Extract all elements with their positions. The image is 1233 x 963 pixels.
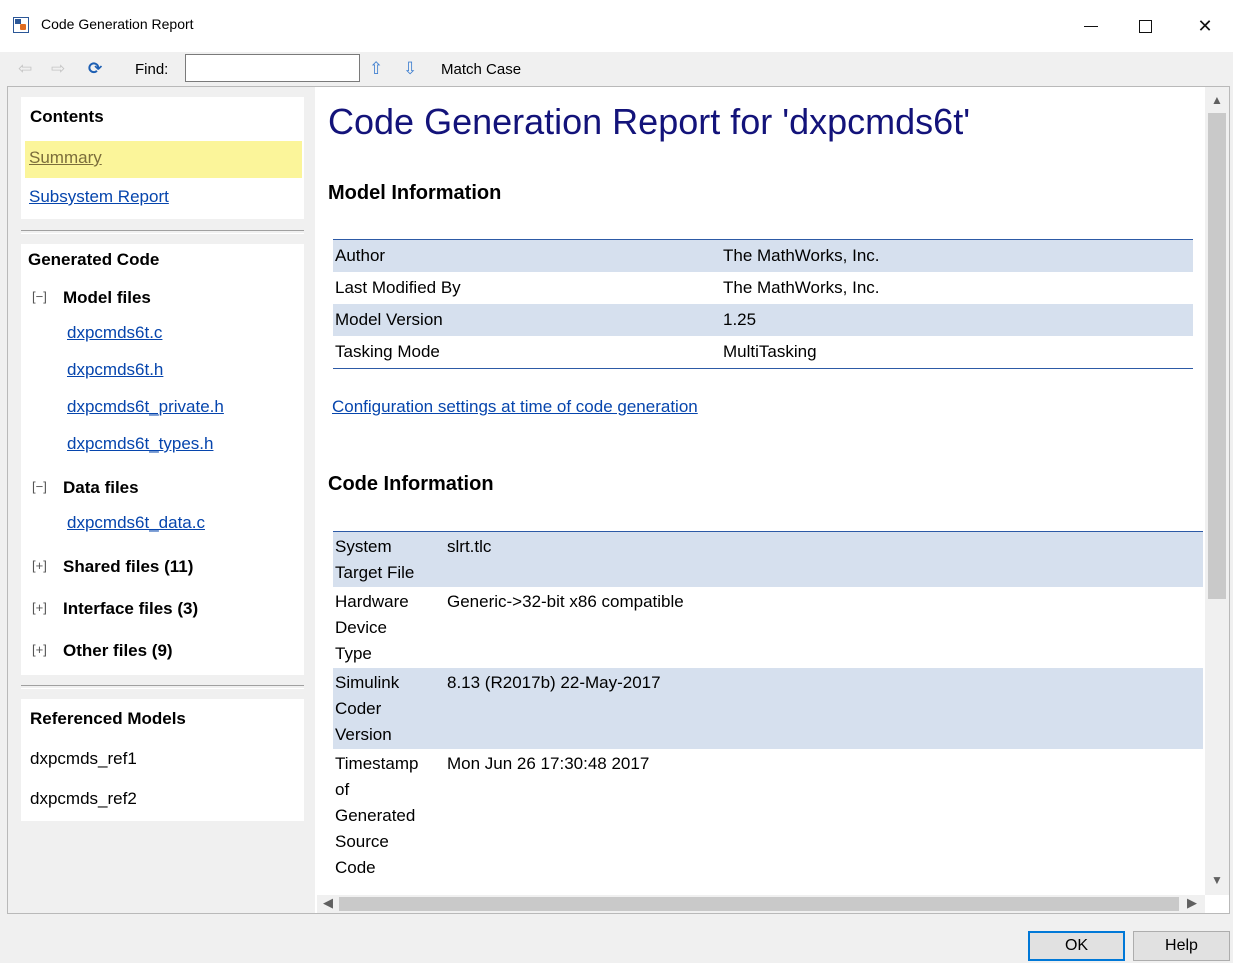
find-label: Find: — [135, 61, 169, 78]
key-line: Version — [335, 725, 392, 744]
data-files-label: Data files — [63, 478, 139, 497]
code-information-heading: Code Information — [328, 473, 494, 495]
key-line: Target File — [335, 563, 415, 582]
scroll-right-icon[interactable]: ▶ — [1187, 895, 1197, 911]
key-line: Generated — [335, 806, 416, 825]
file-link-dxpcmds6t-types-h[interactable]: dxpcmds6t_types.h — [67, 434, 213, 454]
table-cell-key: Timestamp of Generated Source Code — [333, 749, 445, 882]
divider — [21, 230, 304, 234]
report-content: Code Generation Report for 'dxpcmds6t' M… — [317, 87, 1203, 895]
model-files-label: Model files — [63, 288, 151, 307]
file-link-dxpcmds6t-c[interactable]: dxpcmds6t.c — [67, 323, 162, 343]
configuration-settings-link[interactable]: Configuration settings at time of code g… — [332, 397, 698, 417]
referenced-model-item: dxpcmds_ref1 — [30, 749, 137, 768]
file-link-dxpcmds6t-private-h[interactable]: dxpcmds6t_private.h — [67, 397, 224, 417]
vertical-scroll-thumb[interactable] — [1208, 113, 1226, 599]
table-cell-value: The MathWorks, Inc. — [723, 278, 880, 297]
interface-files-toggle[interactable]: [+] — [32, 600, 47, 615]
table-cell-value: slrt.tlc — [445, 531, 1203, 587]
table-cell-key: Tasking Mode — [335, 342, 440, 361]
table-row: Timestamp of Generated Source Code Mon J… — [333, 749, 1203, 882]
referenced-models-heading: Referenced Models — [30, 709, 186, 728]
help-button[interactable]: Help — [1133, 931, 1230, 961]
generated-code-heading: Generated Code — [28, 250, 160, 269]
table-row: Last Modified By The MathWorks, Inc. — [333, 272, 1193, 304]
referenced-model-item: dxpcmds_ref2 — [30, 789, 137, 808]
minimize-button[interactable] — [1068, 0, 1114, 52]
code-information-table: System Target File slrt.tlc Hardware Dev… — [333, 531, 1203, 882]
find-input[interactable] — [185, 54, 360, 82]
forward-arrow-icon[interactable]: ⇨ — [51, 60, 65, 77]
file-link-dxpcmds6t-h[interactable]: dxpcmds6t.h — [67, 360, 163, 380]
key-line: Device — [335, 618, 387, 637]
find-next-icon[interactable]: ⇩ — [403, 60, 417, 77]
table-cell-key: Simulink Coder Version — [333, 668, 445, 749]
key-line: Coder — [335, 699, 382, 718]
table-row: Tasking Mode MultiTasking — [333, 336, 1193, 369]
table-cell-value: 1.25 — [721, 304, 1193, 336]
contents-heading: Contents — [30, 107, 104, 126]
scroll-left-icon[interactable]: ◀ — [323, 895, 333, 911]
key-line: System — [335, 537, 392, 556]
shared-files-toggle[interactable]: [+] — [32, 558, 47, 573]
title-bar: Code Generation Report ✕ — [0, 0, 1233, 53]
subsystem-report-link[interactable]: Subsystem Report — [29, 187, 169, 207]
table-row: Model Version 1.25 — [333, 304, 1193, 336]
table-cell-key: Author — [333, 239, 721, 272]
key-line: Source — [335, 832, 389, 851]
table-cell-value: 8.13 (R2017b) 22-May-2017 — [445, 668, 1203, 749]
contents-panel: Contents Summary Subsystem Report — [21, 97, 304, 219]
report-title: Code Generation Report for 'dxpcmds6t' — [328, 101, 971, 142]
report-frame: Contents Summary Subsystem Report Genera… — [7, 86, 1230, 914]
vertical-scrollbar[interactable]: ▲ ▼ — [1205, 87, 1229, 895]
key-line: Code — [335, 858, 376, 877]
table-row: Hardware Device Type Generic->32-bit x86… — [333, 587, 1203, 668]
maximize-button[interactable] — [1122, 0, 1168, 52]
table-row: Simulink Coder Version 8.13 (R2017b) 22-… — [333, 668, 1203, 749]
table-cell-value: Generic->32-bit x86 compatible — [447, 592, 684, 611]
table-cell-value: Mon Jun 26 17:30:48 2017 — [447, 754, 650, 773]
file-link-dxpcmds6t-data-c[interactable]: dxpcmds6t_data.c — [67, 513, 205, 533]
data-files-toggle[interactable]: [−] — [32, 479, 47, 494]
refresh-icon[interactable]: ⟳ — [88, 60, 102, 77]
horizontal-scrollbar[interactable]: ◀ ▶ — [317, 895, 1205, 913]
match-case-toggle[interactable]: Match Case — [441, 61, 521, 78]
horizontal-scroll-thumb[interactable] — [339, 897, 1179, 911]
model-information-table: Author The MathWorks, Inc. Last Modified… — [333, 239, 1193, 369]
model-files-toggle[interactable]: [−] — [32, 289, 47, 304]
scroll-up-icon[interactable]: ▲ — [1211, 93, 1223, 107]
window-title: Code Generation Report — [41, 16, 194, 32]
table-cell-key: Last Modified By — [335, 278, 461, 297]
key-line: Type — [335, 644, 372, 663]
table-cell-key: System Target File — [333, 531, 445, 587]
back-arrow-icon[interactable]: ⇦ — [18, 60, 32, 77]
referenced-models-panel: Referenced Models dxpcmds_ref1 dxpcmds_r… — [21, 699, 304, 821]
key-line: Timestamp — [335, 754, 419, 773]
summary-link[interactable]: Summary — [29, 148, 102, 168]
find-previous-icon[interactable]: ⇧ — [369, 60, 383, 77]
table-cell-value: The MathWorks, Inc. — [721, 239, 1193, 272]
table-cell-value: MultiTasking — [723, 342, 817, 361]
table-row: System Target File slrt.tlc — [333, 531, 1203, 587]
app-icon — [13, 17, 29, 33]
ok-button[interactable]: OK — [1028, 931, 1125, 961]
shared-files-label: Shared files (11) — [63, 557, 194, 576]
interface-files-label: Interface files (3) — [63, 599, 199, 618]
navigation-pane: Contents Summary Subsystem Report Genera… — [8, 87, 315, 913]
other-files-toggle[interactable]: [+] — [32, 642, 47, 657]
model-information-heading: Model Information — [328, 182, 502, 204]
close-button[interactable]: ✕ — [1182, 0, 1228, 52]
generated-code-panel: Generated Code [−] Model files dxpcmds6t… — [21, 244, 304, 675]
table-cell-key: Model Version — [333, 304, 721, 336]
toolbar: ⇦ ⇨ ⟳ Find: ⇧ ⇩ Match Case — [0, 52, 1233, 86]
table-cell-key: Hardware Device Type — [333, 587, 445, 668]
scroll-down-icon[interactable]: ▼ — [1211, 873, 1223, 887]
other-files-label: Other files (9) — [63, 641, 173, 660]
key-line: of — [335, 780, 350, 799]
table-row: Author The MathWorks, Inc. — [333, 239, 1193, 272]
divider — [21, 685, 304, 689]
key-line: Hardware — [335, 592, 409, 611]
key-line: Simulink — [335, 673, 400, 692]
